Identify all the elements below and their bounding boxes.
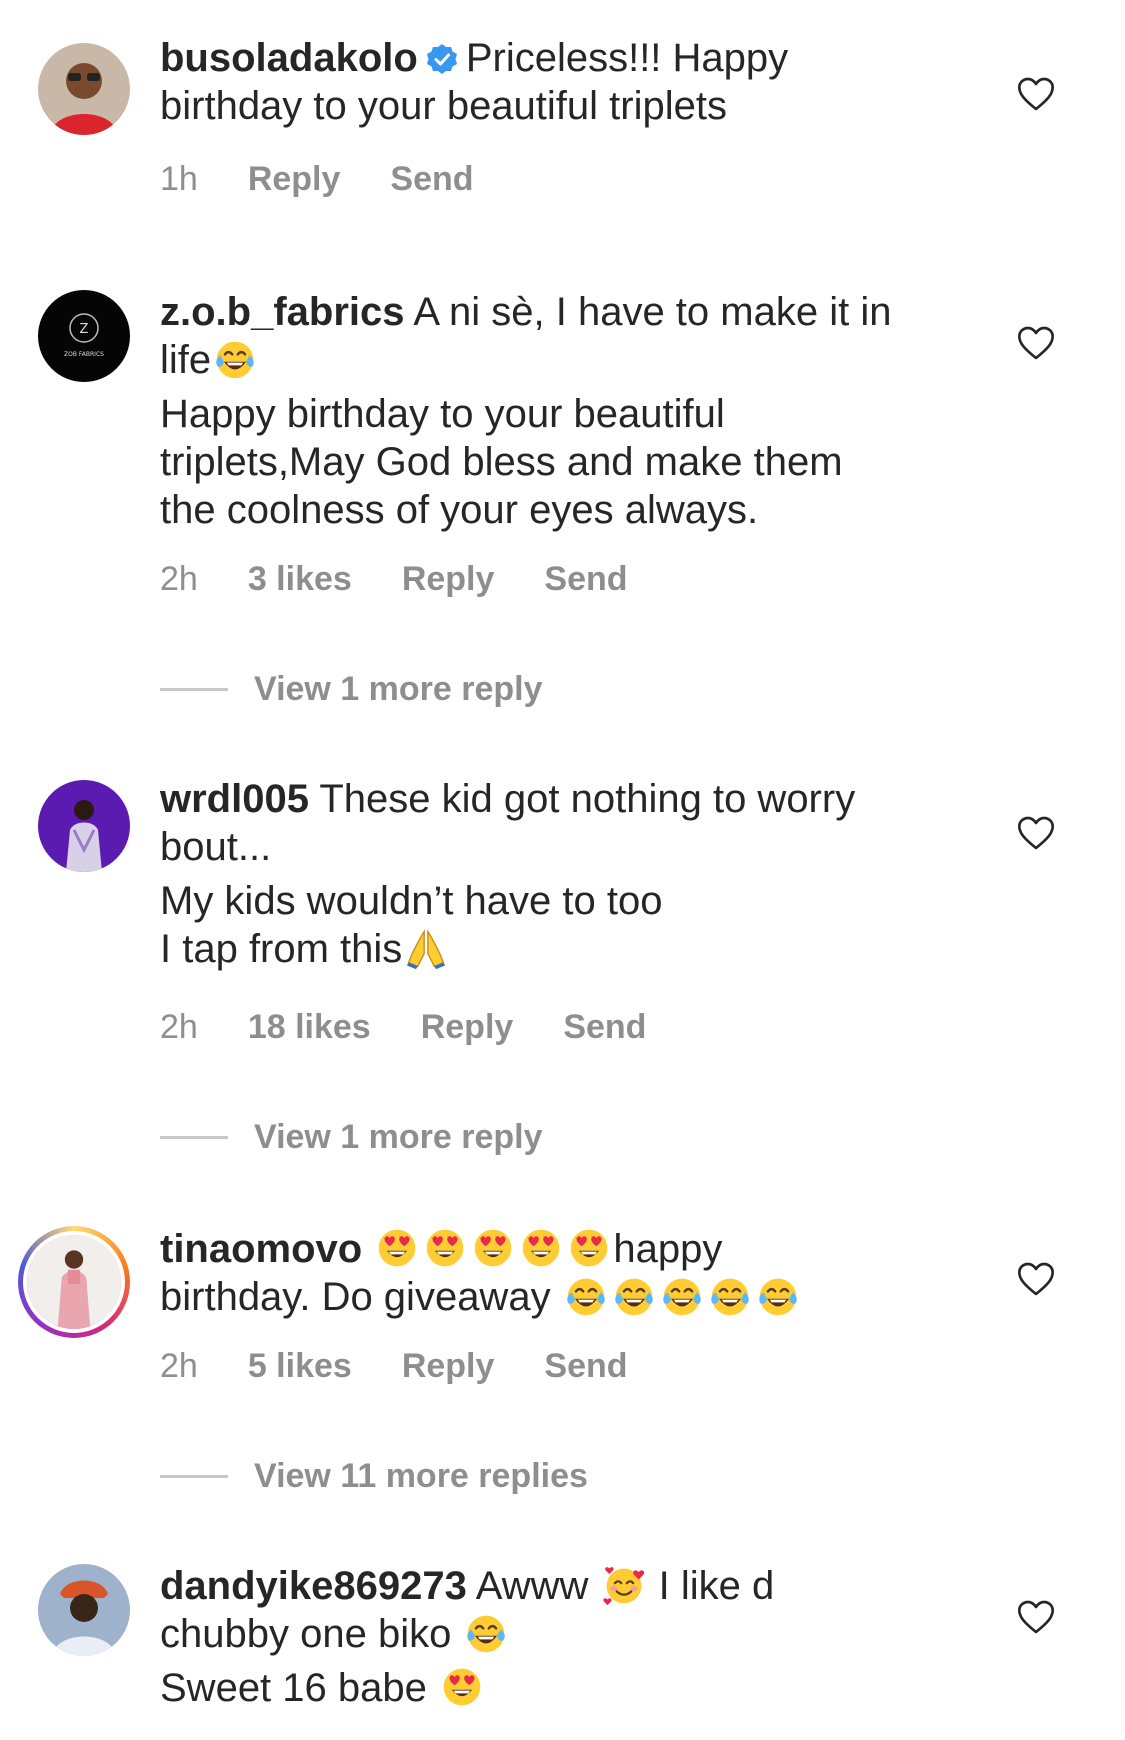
divider-line <box>160 688 228 691</box>
like-heart-icon[interactable] <box>1015 1259 1057 1299</box>
comment-username[interactable]: wrdl005 <box>160 777 309 821</box>
comment-text-line: life <box>160 338 212 382</box>
reply-button[interactable]: Reply <box>402 560 495 599</box>
comments-feed: busoladakolo Priceless!!! Happy birthday … <box>0 0 1125 1740</box>
face-with-tears-of-joy-icon <box>213 337 257 381</box>
comment-body: tinaomovo happy birthday. Do giveaway <box>160 1225 960 1321</box>
comment-text-line: birthday to your beautiful triplets <box>160 84 727 128</box>
face-with-tears-of-joy-icon <box>564 1274 608 1318</box>
comment-text: dandyike869273 Awww I like d chubby one … <box>160 1562 960 1712</box>
send-button[interactable]: Send <box>563 1008 646 1047</box>
comment-timestamp: 2h <box>160 1347 198 1385</box>
comment-timestamp: 1h <box>160 160 198 198</box>
reply-button[interactable]: Reply <box>248 160 341 199</box>
reply-button[interactable]: Reply <box>421 1008 514 1047</box>
view-more-label: View 1 more reply <box>254 670 543 708</box>
divider-line <box>160 1136 228 1139</box>
smiling-face-with-heart-eyes-icon <box>440 1665 484 1709</box>
comment-username[interactable]: dandyike869273 <box>160 1564 467 1608</box>
comment-text-line: Happy birthday to your beautiful <box>160 392 725 436</box>
likes-count[interactable]: 5 likes <box>248 1347 352 1386</box>
comment-meta: 2h 18 likes Reply Send <box>160 1008 646 1047</box>
like-heart-icon[interactable] <box>1015 323 1057 363</box>
comment-text: tinaomovo happy birthday. Do giveaway <box>160 1225 960 1321</box>
smiling-face-with-hearts-icon <box>602 1563 646 1607</box>
comment-body: wrdl005 These kid got nothing to worry b… <box>160 775 960 973</box>
comment-body: z.o.b_fabrics A ni sè, I have to make it… <box>160 288 960 534</box>
smiling-face-with-heart-eyes-icon <box>567 1226 611 1270</box>
comment-text-line: Awww <box>475 1564 589 1608</box>
comment-body: dandyike869273 Awww I like d chubby one … <box>160 1562 960 1712</box>
like-heart-icon[interactable] <box>1015 1597 1057 1637</box>
like-heart-icon[interactable] <box>1015 74 1057 114</box>
send-button[interactable]: Send <box>544 1347 627 1386</box>
comment-username[interactable]: busoladakolo <box>160 36 418 80</box>
comment-timestamp: 2h <box>160 1008 198 1046</box>
face-with-tears-of-joy-icon <box>612 1274 656 1318</box>
comment-text-line: Priceless!!! Happy <box>465 36 789 80</box>
divider-line <box>160 1475 228 1478</box>
comment-text-line: These kid got nothing to worry <box>319 777 856 821</box>
comment-username[interactable]: z.o.b_fabrics <box>160 290 405 334</box>
view-more-replies-button[interactable]: View 1 more reply <box>160 1118 543 1157</box>
verified-badge-icon <box>426 38 458 74</box>
face-with-tears-of-joy-icon <box>464 1611 508 1655</box>
avatar-with-story-ring[interactable] <box>18 1226 130 1338</box>
avatar-logo-text: ZOB FABRICS <box>64 351 104 358</box>
avatar[interactable] <box>38 1564 130 1656</box>
comment-text-line: Sweet 16 babe <box>160 1666 427 1710</box>
comment-username[interactable]: tinaomovo <box>160 1227 362 1271</box>
svg-text:Z: Z <box>80 322 89 337</box>
comment-text-line: birthday. Do giveaway <box>160 1275 551 1319</box>
folded-hands-icon <box>404 926 448 970</box>
avatar[interactable] <box>38 43 130 135</box>
comment-text-line: I tap from this <box>160 927 403 971</box>
comment-text: busoladakolo Priceless!!! Happy birthday … <box>160 34 960 130</box>
smiling-face-with-heart-eyes-icon <box>375 1226 419 1270</box>
comment-text-line: bout... <box>160 825 272 869</box>
likes-count[interactable]: 3 likes <box>248 560 352 599</box>
comment-body: busoladakolo Priceless!!! Happy birthday … <box>160 34 960 130</box>
send-button[interactable]: Send <box>390 160 473 199</box>
comment-text-line: happy <box>613 1227 723 1271</box>
face-with-tears-of-joy-icon <box>756 1274 800 1318</box>
comment-text-line: triplets,May God bless and make them <box>160 440 843 484</box>
likes-count[interactable]: 18 likes <box>248 1008 371 1047</box>
view-more-replies-button[interactable]: View 1 more reply <box>160 670 543 709</box>
comment-text-line: the coolness of your eyes always. <box>160 488 759 532</box>
view-more-label: View 1 more reply <box>254 1118 543 1156</box>
comment-text-line: chubby one biko <box>160 1612 452 1656</box>
face-with-tears-of-joy-icon <box>708 1274 752 1318</box>
avatar[interactable]: Z ZOB FABRICS <box>38 290 130 382</box>
comment-meta: 2h 5 likes Reply Send <box>160 1347 628 1386</box>
comment-text-line: A ni sè, I have to make it in <box>413 290 892 334</box>
comment-text: wrdl005 These kid got nothing to worry b… <box>160 775 960 973</box>
view-more-label: View 11 more replies <box>254 1457 588 1495</box>
avatar[interactable] <box>38 780 130 872</box>
comment-text-line: My kids wouldn’t have to too <box>160 879 663 923</box>
smiling-face-with-heart-eyes-icon <box>423 1226 467 1270</box>
smiling-face-with-heart-eyes-icon <box>471 1226 515 1270</box>
smiling-face-with-heart-eyes-icon <box>519 1226 563 1270</box>
face-with-tears-of-joy-icon <box>660 1274 704 1318</box>
comment-timestamp: 2h <box>160 560 198 598</box>
comment-text-line: I like d <box>658 1564 775 1608</box>
comment-meta: 1h Reply Send <box>160 160 474 199</box>
view-more-replies-button[interactable]: View 11 more replies <box>160 1457 588 1496</box>
reply-button[interactable]: Reply <box>402 1347 495 1386</box>
like-heart-icon[interactable] <box>1015 813 1057 853</box>
comment-meta: 2h 3 likes Reply Send <box>160 560 628 599</box>
comment-text: z.o.b_fabrics A ni sè, I have to make it… <box>160 288 960 534</box>
send-button[interactable]: Send <box>544 560 627 599</box>
